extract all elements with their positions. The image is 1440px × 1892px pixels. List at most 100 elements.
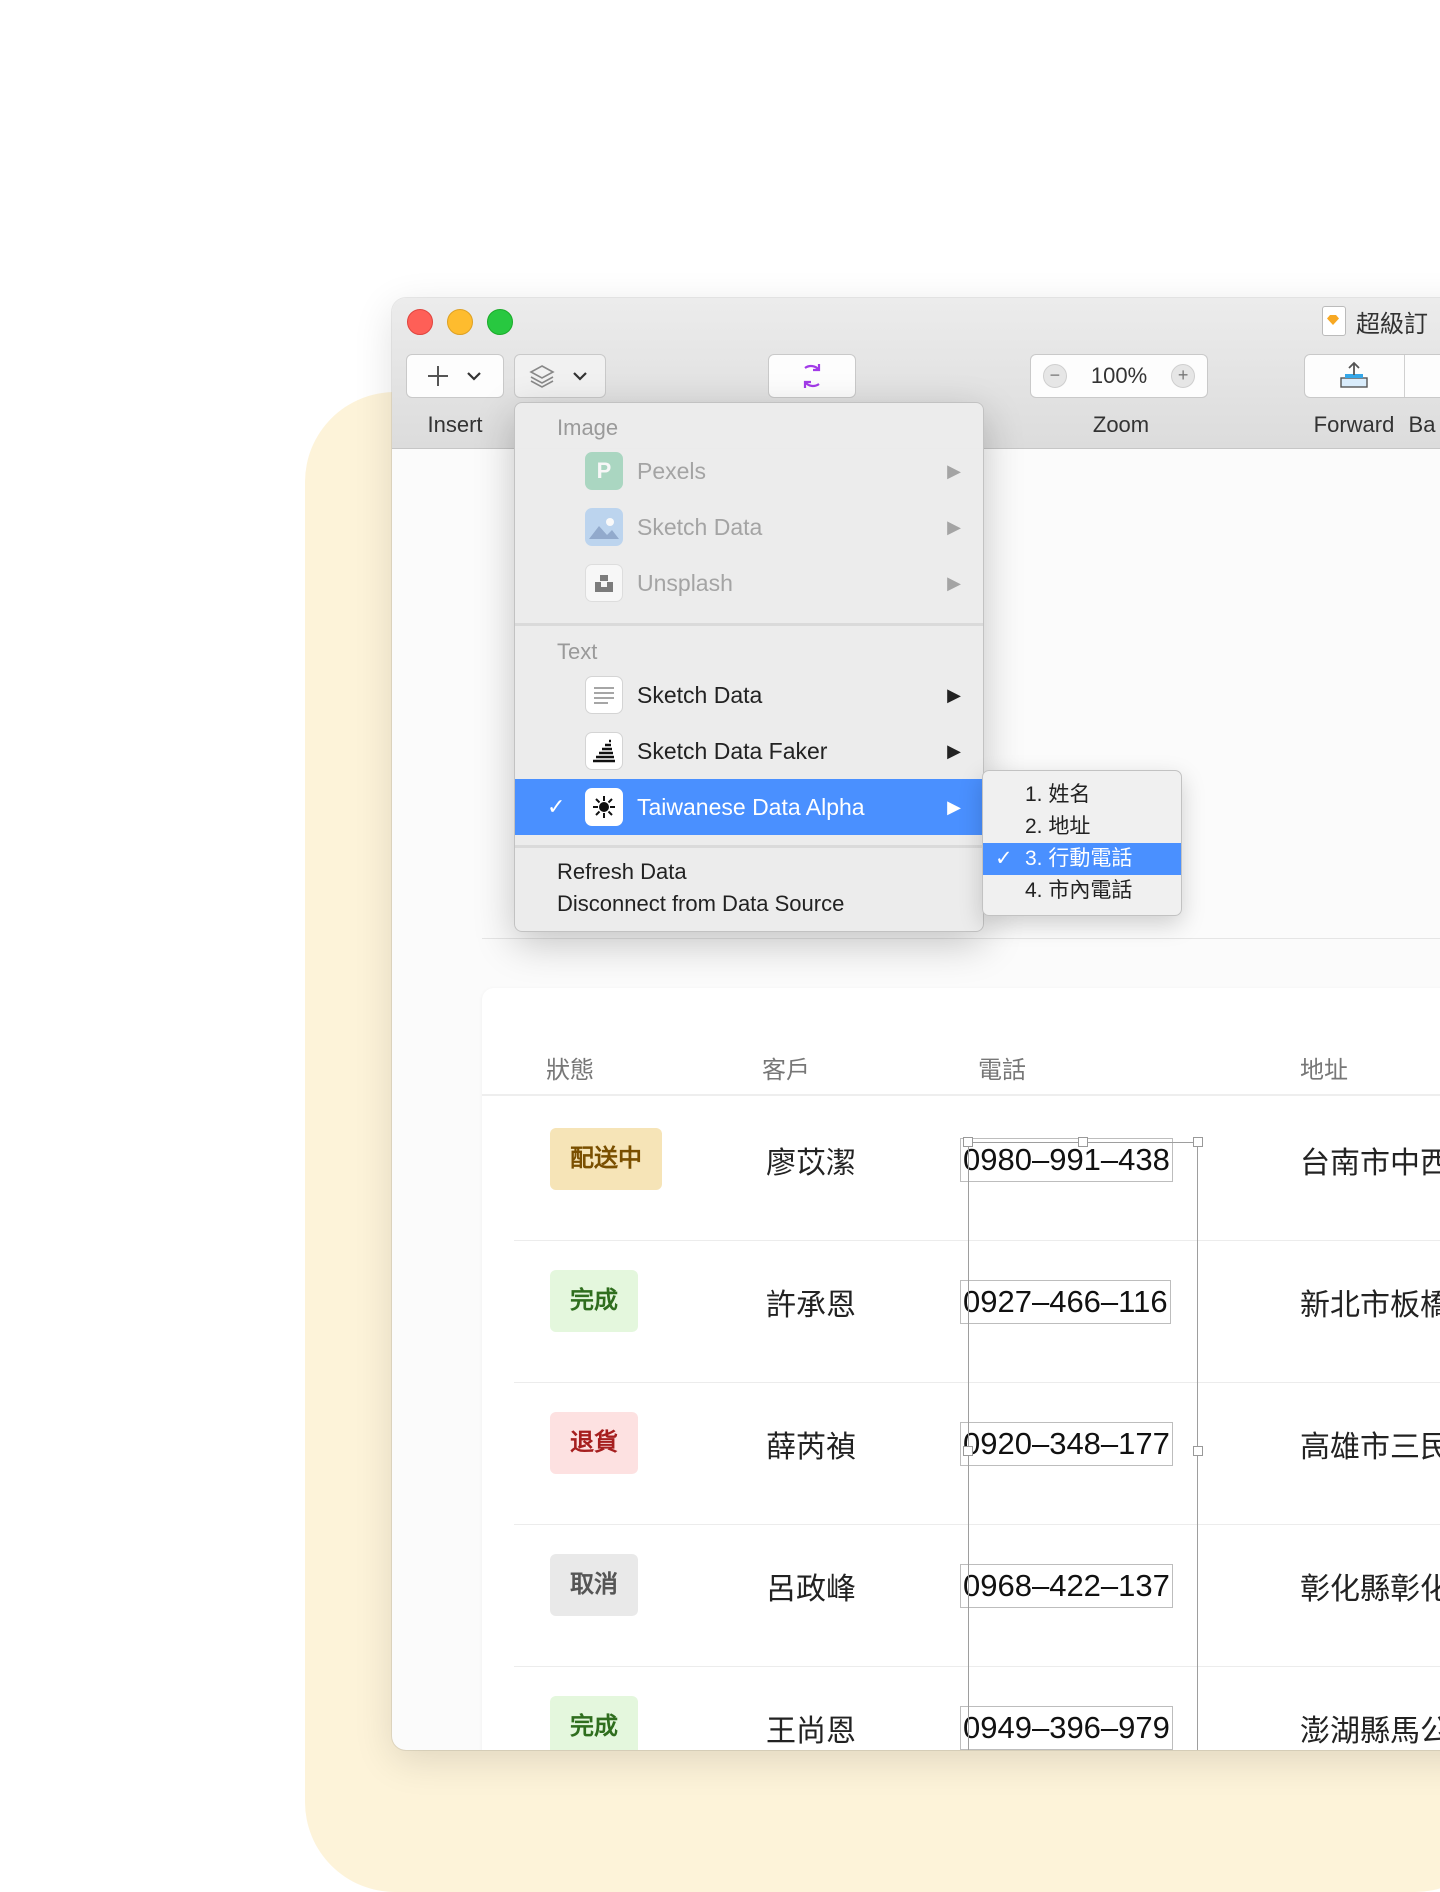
- menu-item-label: Sketch Data: [637, 682, 762, 709]
- address-text: 新北市板橋: [1300, 1280, 1440, 1324]
- submenu-arrow-icon: ▶: [947, 517, 961, 538]
- layers-icon: [527, 361, 557, 391]
- forward-backward-group: [1304, 354, 1440, 398]
- forward-label: Forward: [1314, 412, 1395, 438]
- menu-item-unsplash[interactable]: Unsplash ▶: [515, 555, 983, 611]
- disconnect-data-source-item[interactable]: Disconnect from Data Source: [557, 891, 844, 917]
- resize-handle[interactable]: [963, 1446, 973, 1456]
- submenu-arrow-icon: ▶: [947, 741, 961, 762]
- status-badge: 完成: [550, 1270, 638, 1332]
- zoom-out-icon[interactable]: −: [1043, 364, 1067, 388]
- forward-button[interactable]: [1305, 355, 1405, 397]
- submenu-item-landline-phone[interactable]: 4. 市內電話: [983, 875, 1181, 907]
- zoom-control: − 100% +: [1030, 354, 1208, 398]
- menu-item-taiwanese-data-alpha[interactable]: ✓ Taiwanese Data Alpha ▶: [515, 779, 983, 835]
- refresh-data-item[interactable]: Refresh Data: [557, 859, 687, 885]
- unsplash-icon: [585, 564, 623, 602]
- resize-handle[interactable]: [963, 1137, 973, 1147]
- submenu-item-label: 1. 姓名: [1025, 779, 1090, 811]
- table-row[interactable]: 完成 許承恩 0927–466–116 新北市板橋: [514, 1240, 1440, 1383]
- orders-table: 狀態 客戶 電話 地址 配送中 廖苡潔 0980–991–438 台南市中西 完…: [482, 988, 1440, 1750]
- resize-handle[interactable]: [1193, 1446, 1203, 1456]
- faker-icon: [585, 732, 623, 770]
- header-address: 地址: [1300, 1050, 1348, 1085]
- address-text: 彰化縣彰化: [1300, 1564, 1440, 1608]
- phone-text-layer[interactable]: 0968–422–137: [960, 1564, 1173, 1608]
- submenu-item-address[interactable]: 2. 地址: [983, 811, 1181, 843]
- minimize-window-button[interactable]: [447, 309, 473, 335]
- customer-name: 王尚恩: [766, 1706, 856, 1750]
- menu-item-label: Sketch Data: [637, 514, 762, 541]
- menu-section-image: Image: [557, 415, 618, 441]
- phone-text-layer[interactable]: 0949–396–979: [960, 1706, 1173, 1750]
- menu-item-pexels[interactable]: P Pexels ▶: [515, 443, 983, 499]
- header-customer: 客戶: [762, 1050, 810, 1085]
- address-text: 台南市中西: [1300, 1138, 1440, 1182]
- pexels-icon: P: [585, 452, 623, 490]
- checkmark-icon: ✓: [995, 843, 1013, 875]
- sun-icon: [585, 788, 623, 826]
- backward-label: Ba: [1409, 412, 1436, 438]
- landscape-icon: [585, 508, 623, 546]
- status-badge: 取消: [550, 1554, 638, 1616]
- header-status: 狀態: [546, 1050, 594, 1085]
- maximize-window-button[interactable]: [487, 309, 513, 335]
- menu-item-sketch-data-text[interactable]: Sketch Data ▶: [515, 667, 983, 723]
- sketch-document-icon: [1322, 306, 1346, 336]
- phone-text-layer[interactable]: 0920–348–177: [960, 1422, 1173, 1466]
- resize-handle[interactable]: [1193, 1137, 1203, 1147]
- submenu-item-mobile-phone[interactable]: ✓ 3. 行動電話: [983, 843, 1181, 875]
- zoom-in-icon[interactable]: +: [1171, 364, 1195, 388]
- menu-item-label: Pexels: [637, 458, 706, 485]
- menu-section-text: Text: [557, 639, 597, 665]
- submenu-arrow-icon: ▶: [947, 461, 961, 482]
- phone-text-layer[interactable]: 0927–466–116: [960, 1280, 1171, 1324]
- menu-item-sketch-data-faker[interactable]: Sketch Data Faker ▶: [515, 723, 983, 779]
- sync-button[interactable]: [768, 354, 856, 398]
- insert-button[interactable]: [406, 354, 504, 398]
- menu-item-label: Sketch Data Faker: [637, 738, 827, 765]
- text-lines-icon: [585, 676, 623, 714]
- menu-item-sketch-data-image[interactable]: Sketch Data ▶: [515, 499, 983, 555]
- sync-icon: [796, 360, 828, 392]
- menu-separator: [515, 623, 983, 626]
- phone-text-layer[interactable]: 0980–991–438: [960, 1138, 1173, 1182]
- document-title-text: 超級訂: [1356, 304, 1428, 339]
- submenu-item-label: 3. 行動電話: [1025, 843, 1132, 875]
- artboard-divider: [482, 938, 1440, 939]
- menu-item-label: Taiwanese Data Alpha: [637, 794, 865, 821]
- bring-forward-icon: [1337, 360, 1371, 392]
- customer-name: 許承恩: [766, 1280, 856, 1324]
- resize-handle[interactable]: [1078, 1137, 1088, 1147]
- chevron-down-icon: [567, 363, 593, 389]
- submenu-item-name[interactable]: 1. 姓名: [983, 779, 1181, 811]
- submenu-item-label: 4. 市內電話: [1025, 875, 1132, 907]
- insert-label: Insert: [427, 412, 482, 438]
- status-badge: 配送中: [550, 1128, 662, 1190]
- submenu-arrow-icon: ▶: [947, 797, 961, 818]
- address-text: 澎湖縣馬公: [1300, 1706, 1440, 1750]
- submenu-arrow-icon: ▶: [947, 685, 961, 706]
- table-row[interactable]: 完成 王尚恩 0949–396–979 澎湖縣馬公: [514, 1666, 1440, 1750]
- table-row[interactable]: 取消 呂政峰 0968–422–137 彰化縣彰化: [514, 1524, 1440, 1667]
- close-window-button[interactable]: [407, 309, 433, 335]
- menu-item-label: Unsplash: [637, 570, 733, 597]
- zoom-label: Zoom: [1093, 412, 1149, 438]
- zoom-value: 100%: [1091, 363, 1147, 389]
- header-phone: 電話: [978, 1050, 1026, 1085]
- address-text: 高雄市三民: [1300, 1422, 1440, 1466]
- chevron-down-icon: [461, 363, 487, 389]
- plus-icon: [423, 361, 453, 391]
- checkmark-icon: ✓: [547, 794, 565, 820]
- customer-name: 廖苡潔: [766, 1138, 856, 1182]
- data-menu-button[interactable]: [514, 354, 606, 398]
- submenu-item-label: 2. 地址: [1025, 811, 1090, 843]
- backward-button[interactable]: [1405, 355, 1440, 397]
- taiwanese-data-submenu: 1. 姓名 2. 地址 ✓ 3. 行動電話 4. 市內電話: [982, 770, 1182, 916]
- table-row[interactable]: 配送中 廖苡潔 0980–991–438 台南市中西: [514, 1098, 1440, 1241]
- table-row[interactable]: 退貨 薛芮禎 0920–348–177 高雄市三民: [514, 1382, 1440, 1525]
- submenu-arrow-icon: ▶: [947, 573, 961, 594]
- status-badge: 退貨: [550, 1412, 638, 1474]
- status-badge: 完成: [550, 1696, 638, 1750]
- menu-separator: [515, 845, 983, 848]
